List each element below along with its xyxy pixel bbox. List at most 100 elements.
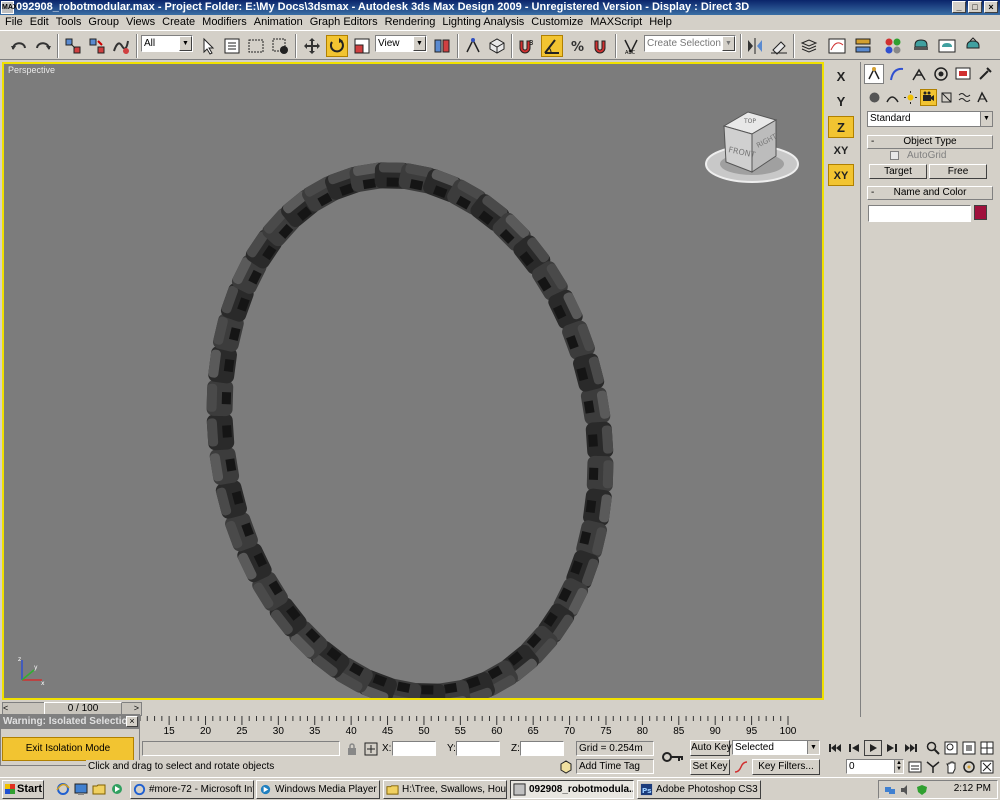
y-coord-field[interactable] [456, 741, 500, 756]
geometry-icon[interactable] [866, 89, 883, 106]
helpers-icon[interactable] [938, 89, 955, 106]
perspective-viewport[interactable]: Perspective TOP FRONT RIGHT z x y [2, 62, 824, 700]
maximize-button[interactable]: □ [968, 1, 982, 13]
default-tangent-icon[interactable] [732, 759, 750, 775]
selection-filter-dropdown[interactable]: All ▼ [141, 35, 193, 52]
exit-isolation-mode-button[interactable]: Exit Isolation Mode [2, 737, 134, 761]
zoom-all-icon[interactable] [942, 740, 960, 756]
zoom-extents-all-icon[interactable] [978, 740, 996, 756]
spinner-snap-icon[interactable] [590, 35, 612, 57]
key-mode-dropdown[interactable]: Selected ▼ [732, 740, 820, 755]
menu-help[interactable]: Help [647, 15, 677, 30]
motion-tab-icon[interactable] [931, 64, 951, 84]
select-by-name-icon[interactable] [221, 35, 243, 57]
create-tab-icon[interactable] [864, 64, 884, 84]
move-icon[interactable] [301, 35, 323, 57]
target-camera-button[interactable]: Target [869, 164, 927, 179]
scale-icon[interactable] [351, 35, 373, 57]
axis-xy-plane-button[interactable]: XY [828, 164, 854, 186]
modify-tab-icon[interactable] [887, 64, 907, 84]
select-manipulate-icon[interactable] [462, 35, 484, 57]
zoom-icon[interactable] [924, 740, 942, 756]
render-setup-icon[interactable] [910, 35, 932, 57]
percent-snap-icon[interactable]: % [566, 35, 588, 57]
display-tab-icon[interactable] [953, 64, 973, 84]
hierarchy-tab-icon[interactable] [909, 64, 929, 84]
add-time-tag-field[interactable]: Add Time Tag [576, 759, 654, 774]
menu-edit[interactable]: Edit [28, 15, 54, 30]
timeline-ruler[interactable]: 15 20 25 30 35 40 45 50 55 60 65 70 75 80 85 90 95 100 [140, 716, 820, 740]
edit-named-selection-icon[interactable]: ABC [620, 35, 642, 57]
menu-modifiers[interactable]: Modifiers [200, 15, 252, 30]
close-button[interactable]: × [984, 1, 998, 13]
menu-maxscript[interactable]: MAXScript [588, 15, 647, 30]
bind-space-warp-icon[interactable] [110, 35, 132, 57]
ring-link-segment[interactable] [214, 479, 248, 520]
name-color-rollout-header[interactable]: - Name and Color [867, 186, 993, 200]
undo-icon[interactable] [8, 35, 30, 57]
utilities-tab-icon[interactable] [975, 64, 995, 84]
align-icon[interactable] [768, 35, 790, 57]
current-frame-spinner[interactable]: 0 ▲ ▼ [846, 759, 904, 774]
ring-link-segment[interactable] [585, 421, 614, 459]
window-crossing-icon[interactable] [269, 35, 291, 57]
viewcube-top-label[interactable]: TOP [743, 118, 756, 125]
media-quick-launch-icon[interactable] [108, 781, 126, 797]
app-icon[interactable]: MAX [1, 1, 18, 14]
selection-lock-icon[interactable] [343, 741, 361, 757]
axis-x-button[interactable]: X [828, 66, 854, 88]
zoom-extents-icon[interactable] [960, 740, 978, 756]
free-camera-button[interactable]: Free [929, 164, 987, 179]
object-name-field[interactable] [868, 205, 971, 222]
z-coord-field[interactable] [520, 741, 564, 756]
goto-end-icon[interactable] [902, 740, 920, 756]
time-configuration-icon[interactable] [906, 759, 924, 775]
rectangular-selection-icon[interactable] [245, 35, 267, 57]
next-frame-icon[interactable] [883, 740, 901, 756]
taskbar-item-photoshop[interactable]: PsAdobe Photoshop CS3 E... [637, 780, 761, 799]
absolute-transform-icon[interactable] [362, 741, 380, 757]
goto-start-icon[interactable] [826, 740, 844, 756]
show-desktop-icon[interactable] [72, 781, 90, 797]
ring-link-segment[interactable] [571, 352, 605, 393]
cameras-icon[interactable] [920, 89, 937, 106]
ring-link-segment[interactable] [206, 379, 234, 417]
taskbar-item-explorer-folder[interactable]: H:\Tree, Swallows, Houses [383, 780, 507, 799]
time-prev-arrow[interactable]: < [3, 703, 8, 713]
systems-icon[interactable] [974, 89, 991, 106]
isolation-dialog-close-button[interactable]: × [126, 716, 138, 727]
menu-graph-editors[interactable]: Graph Editors [308, 15, 383, 30]
keyboard-shortcut-override-icon[interactable] [486, 35, 508, 57]
menu-views[interactable]: Views [124, 15, 160, 30]
menu-group[interactable]: Group [86, 15, 124, 30]
autogrid-checkbox[interactable] [890, 151, 899, 160]
ring-link-segment[interactable] [209, 446, 240, 486]
named-selection-set-field[interactable]: Create Selection Set ▼ [644, 35, 736, 52]
shapes-icon[interactable] [884, 89, 901, 106]
time-tag-icon[interactable] [557, 759, 575, 775]
pivot-center-icon[interactable] [431, 35, 453, 57]
viewcube[interactable]: TOP FRONT RIGHT [704, 104, 804, 194]
folder-quick-launch-icon[interactable] [90, 781, 108, 797]
object-color-swatch[interactable] [974, 205, 987, 220]
menu-animation[interactable]: Animation [252, 15, 308, 30]
menu-customize[interactable]: Customize [529, 15, 588, 30]
auto-key-button[interactable]: Auto Key [690, 740, 732, 756]
mirror-icon[interactable] [744, 35, 766, 57]
curve-editor-icon[interactable] [826, 35, 848, 57]
maximize-viewport-icon[interactable] [978, 759, 996, 775]
start-button[interactable]: Start [2, 780, 44, 799]
object-type-rollout-header[interactable]: - Object Type [867, 135, 993, 149]
quick-render-icon[interactable] [962, 35, 984, 57]
ring-mesh-object[interactable] [4, 64, 822, 698]
menu-rendering[interactable]: Rendering [383, 15, 441, 30]
play-icon[interactable] [864, 740, 882, 756]
axis-xy-button[interactable]: XY [828, 140, 854, 162]
reference-coordinate-dropdown[interactable]: View ▼ [375, 35, 427, 52]
schematic-view-icon[interactable] [852, 35, 874, 57]
menu-lighting-analysis[interactable]: Lighting Analysis [440, 15, 529, 30]
snaps-toggle-icon[interactable]: 3 [515, 35, 537, 57]
rotate-icon[interactable] [326, 35, 348, 57]
key-filters-button[interactable]: Key Filters... [752, 759, 820, 775]
lights-icon[interactable] [902, 89, 919, 106]
